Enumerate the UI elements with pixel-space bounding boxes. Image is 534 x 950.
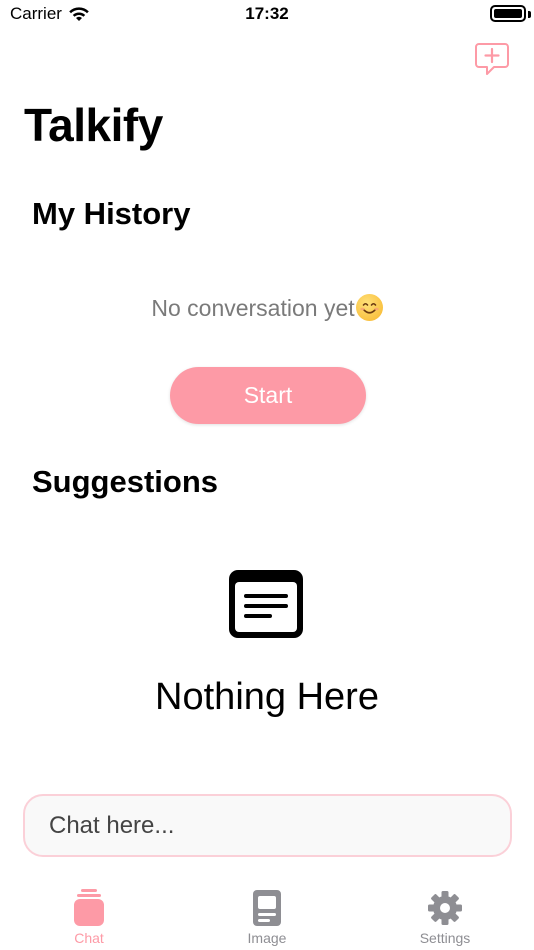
gear-icon	[428, 891, 462, 925]
battery-cap	[528, 11, 531, 18]
suggestions-heading: Suggestions	[32, 464, 219, 499]
tab-settings-label: Settings	[419, 930, 471, 946]
message-plus-icon	[475, 43, 509, 75]
status-bar: Carrier 17:32	[0, 0, 534, 28]
app-title: Talkify	[24, 99, 163, 151]
tab-bar: Chat Image Settings	[0, 880, 534, 950]
text-document-icon	[229, 570, 303, 638]
image-card-icon	[253, 890, 281, 926]
smiling-face-icon	[355, 294, 383, 321]
battery-icon	[490, 5, 526, 22]
tab-image-label: Image	[247, 930, 287, 946]
history-heading: My History	[32, 196, 191, 231]
new-chat-button[interactable]	[474, 42, 510, 76]
start-button[interactable]: Start	[170, 367, 366, 424]
tab-image[interactable]: Image	[178, 880, 356, 950]
tab-chat-label: Chat	[74, 930, 104, 946]
history-empty-message: No conversation yet	[0, 294, 534, 322]
tab-chat[interactable]: Chat	[0, 880, 178, 950]
history-empty-text: No conversation yet	[151, 295, 355, 321]
app-screen: Carrier 17:32 Talkify My History No conv…	[0, 0, 534, 950]
status-time: 17:32	[245, 4, 289, 23]
chat-stack-icon	[74, 889, 104, 926]
suggestions-empty-text: Nothing Here	[155, 676, 379, 718]
chat-input[interactable]	[23, 794, 512, 857]
tab-settings[interactable]: Settings	[356, 880, 534, 950]
